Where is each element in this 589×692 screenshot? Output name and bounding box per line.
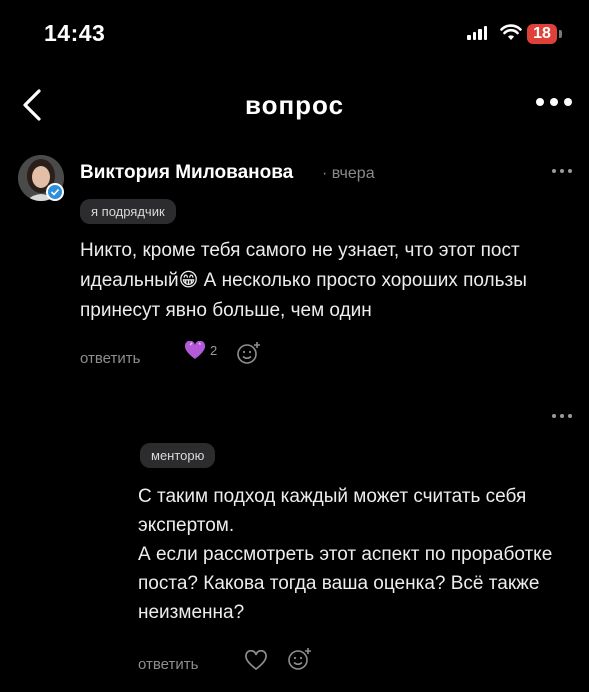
reply-reply-button[interactable]: ответить xyxy=(138,656,198,673)
battery-level: 18 xyxy=(533,25,551,42)
page-title: вопрос xyxy=(244,90,345,120)
status-time: 14:43 xyxy=(44,20,106,46)
comment-text: Никто, кроме тебя самого не узнает, что … xyxy=(80,240,527,321)
reaction-count: 2 xyxy=(210,343,218,358)
reply-tag: менторю xyxy=(140,443,216,468)
comment-more-icon[interactable] xyxy=(552,169,572,173)
reply-more-icon[interactable] xyxy=(552,414,572,418)
comment-author[interactable]: Виктория Милованова xyxy=(80,162,293,184)
cellular-signal-icon xyxy=(467,26,487,40)
purple-heart-reaction-icon[interactable] xyxy=(184,341,206,361)
wifi-icon xyxy=(500,24,522,40)
more-options-icon[interactable] xyxy=(536,98,572,106)
like-heart-icon[interactable] xyxy=(244,650,268,672)
reply-text: С таким подход каждый может считать себя… xyxy=(138,486,553,623)
author-role-tag: я подрядчик xyxy=(80,199,176,224)
battery-icon: 18 xyxy=(527,24,563,44)
add-reaction-icon[interactable] xyxy=(287,647,313,671)
add-reaction-icon[interactable] xyxy=(236,341,262,365)
comment-time: · вчера xyxy=(322,165,375,182)
verified-badge-icon xyxy=(46,183,64,201)
comment-reply-button[interactable]: ответить xyxy=(80,350,140,367)
